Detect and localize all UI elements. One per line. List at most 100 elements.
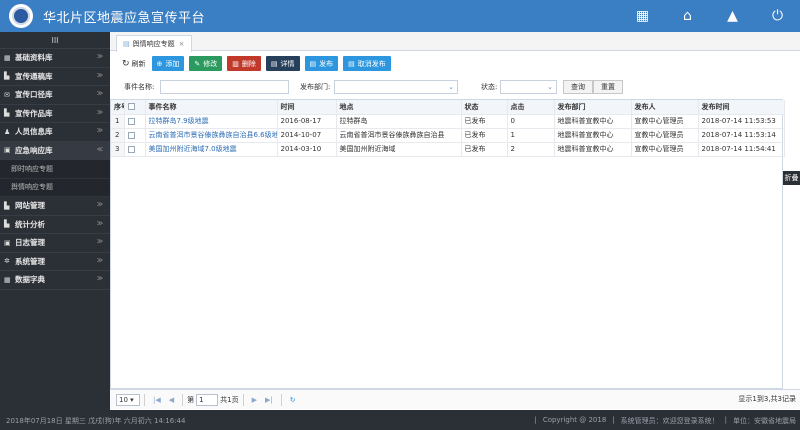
row-index: 2 (111, 128, 125, 143)
chevron-down-icon: ⌄ (547, 83, 553, 91)
sidebar-item-logs[interactable]: ▣ 日志管理 ≫ (0, 234, 110, 253)
row-checkbox[interactable] (124, 128, 146, 143)
row-checkbox[interactable] (124, 114, 146, 129)
sidebar-item-personnel[interactable]: ♟ 人员信息库 ≫ (0, 123, 110, 142)
grid-icon: ▦ (4, 275, 11, 284)
cell-publish-time: 2018-07-14 11:53:53 (698, 114, 785, 129)
sidebar-item-works[interactable]: ▙ 宣传作品库 ≫ (0, 105, 110, 123)
user-welcome-text: 系统管理员：欢迎您登录系统！ (620, 417, 719, 425)
grid-icon[interactable]: ▦ (620, 0, 665, 32)
cell-publish-time: 2018-07-14 11:53:14 (698, 128, 785, 143)
delete-button[interactable]: ▥ 删除 (227, 56, 261, 71)
col-header-clicks[interactable]: 点击 (507, 100, 555, 115)
chevron-down-icon: ≫ (96, 256, 103, 264)
copyright-text: Copyright @ 2018 (542, 416, 607, 424)
status-select[interactable]: ⌄ (500, 80, 557, 94)
cell-location: 美国加州附近海域 (336, 142, 462, 157)
cell-time: 2014-10-07 (277, 128, 337, 143)
cell-status: 已发布 (461, 114, 508, 129)
document-icon: ▤ (270, 59, 278, 68)
chevron-down-icon: ≫ (96, 71, 103, 79)
event-name-link[interactable]: 美国加州附近海域7.0级地震 (145, 142, 278, 157)
sidebar-item-basic-data[interactable]: ▦ 基础资料库 ≫ (0, 49, 110, 68)
sidebar-item-talking-points[interactable]: ✉ 宣传口径库 ≫ (0, 86, 110, 105)
refresh-button[interactable]: ↻ 刷新 (122, 59, 146, 69)
sidebar-item-label: 宣传作品库 (15, 108, 53, 118)
date-time-text: 2018年07月18日 星期三 戊戌(狗)年 六月初六 14:16:44 (6, 417, 186, 425)
grid-icon: ▦ (4, 53, 11, 62)
query-button[interactable]: 查询 (563, 80, 593, 94)
home-icon[interactable]: ⌂ (665, 0, 710, 32)
sidebar-item-system[interactable]: ✲ 系统管理 ≫ (0, 253, 110, 271)
dept-select[interactable]: ⌄ (334, 80, 458, 94)
cell-time: 2016-08-17 (277, 114, 337, 129)
event-name-link[interactable]: 拉特群岛7.9级地震 (145, 114, 278, 129)
sidebar-item-label: 人员信息库 (15, 127, 53, 137)
sidebar-item-dictionary[interactable]: ▦ 数据字典 ≫ (0, 271, 110, 290)
publish-button[interactable]: ▤ 发布 (304, 56, 339, 71)
cell-status: 已发布 (461, 142, 508, 157)
sidebar-item-label: 宣传通稿库 (15, 71, 53, 81)
sidebar-subitem-opinion-response[interactable]: 舆情响应专题 (0, 178, 110, 197)
seismic-logo (9, 4, 33, 28)
cell-publisher: 宣教中心管理员 (631, 142, 699, 157)
document-icon: ▤ (348, 59, 355, 68)
col-header-publish-time[interactable]: 发布时间 (698, 100, 785, 115)
cell-publisher: 宣教中心管理员 (631, 128, 699, 143)
power-icon[interactable]: ⏻ (755, 0, 800, 32)
add-button[interactable]: ⊕ 添加 (151, 56, 185, 71)
reset-button[interactable]: 重置 (593, 80, 623, 94)
edit-button[interactable]: ✎ 修改 (189, 56, 223, 71)
sidebar-item-label: 宣传口径库 (15, 90, 53, 100)
col-header-dept[interactable]: 发布部门 (554, 100, 632, 115)
tab-opinion-response[interactable]: ▤ 舆情响应专题 × (116, 35, 192, 52)
close-icon[interactable]: × (179, 40, 185, 48)
sidebar-item-emergency[interactable]: ▣ 应急响应库 ≪ (0, 141, 110, 160)
toolbar: ↻ 刷新 ⊕ 添加 ✎ 修改 ▥ 删除 ▤ 详情 ▤ 发布 ▤ 取消发布 (110, 54, 800, 73)
chart-icon: ▙ (4, 220, 10, 229)
gear-icon: ✲ (4, 257, 10, 266)
table-row[interactable]: 1 拉特群岛7.9级地震 2016-08-17 拉特群岛 已发布 0 地震科普宣… (111, 114, 785, 129)
fold-side-tab[interactable]: 折叠 (783, 171, 800, 185)
sidebar-subitem-instant-response[interactable]: 即时响应专题 (0, 160, 110, 179)
select-all-checkbox[interactable] (124, 100, 146, 115)
chevron-down-icon: ≫ (96, 127, 103, 134)
table-row[interactable]: 3 美国加州附近海域7.0级地震 2014-03-10 美国加州附近海域 已发布… (111, 142, 785, 157)
col-header-location[interactable]: 地点 (336, 100, 462, 115)
sidebar-item-website[interactable]: ▙ 网站管理 ≫ (0, 197, 110, 216)
row-index: 1 (111, 114, 125, 129)
first-page-icon[interactable]: |◀ (153, 396, 161, 404)
page-number-input[interactable]: 1 (196, 393, 219, 406)
table-row[interactable]: 2 云南省普洱市景谷傣族彝族自治县6.6级地震 2014-10-07 云南省普洱… (111, 128, 785, 143)
app-header: 华北片区地震应急宣传平台 ▦ ⌂ ▲ ⏻ (0, 0, 800, 32)
cell-clicks: 2 (507, 142, 555, 157)
tab-label: 舆情响应专题 (132, 40, 175, 48)
last-page-icon[interactable]: ▶| (265, 396, 273, 404)
unpublish-button[interactable]: ▤ 取消发布 (343, 56, 391, 71)
event-name-input[interactable] (160, 80, 289, 94)
sidebar-item-statistics[interactable]: ▙ 统计分析 ≫ (0, 216, 110, 234)
row-checkbox[interactable] (124, 142, 146, 157)
col-header-event-name[interactable]: 事件名称 (145, 100, 278, 115)
detail-button[interactable]: ▤ 详情 (265, 56, 300, 71)
trash-icon: ▥ (232, 59, 239, 68)
sidebar-item-label: 统计分析 (15, 219, 45, 229)
status-label: 状态: (481, 83, 498, 91)
col-header-time[interactable]: 时间 (277, 100, 337, 115)
col-header-publisher[interactable]: 发布人 (631, 100, 699, 115)
list-icon: ▣ (4, 146, 11, 155)
dept-label: 发布部门: (300, 83, 331, 91)
chevron-down-icon: ⌄ (448, 83, 454, 91)
sidebar-item-press-releases[interactable]: ▙ 宣传通稿库 ≫ (0, 68, 110, 86)
sidebar-toggle-button[interactable]: III (0, 32, 110, 49)
next-page-icon[interactable]: ▶ (252, 396, 257, 404)
prev-page-icon[interactable]: ◀ (169, 396, 174, 404)
col-header-status[interactable]: 状态 (461, 100, 508, 115)
chevron-down-icon: ≫ (96, 219, 103, 227)
page-size-select[interactable]: 10 ▾ (116, 393, 140, 406)
search-bar: 事件名称: 发布部门: ⌄ 状态: ⌄ 查询 重置 (110, 78, 800, 96)
reload-icon[interactable]: ↻ (290, 396, 296, 404)
col-header-index: 序号 (111, 100, 125, 115)
event-name-link[interactable]: 云南省普洱市景谷傣族彝族自治县6.6级地震 (145, 128, 278, 143)
lock-icon[interactable]: ▲ (710, 0, 755, 32)
